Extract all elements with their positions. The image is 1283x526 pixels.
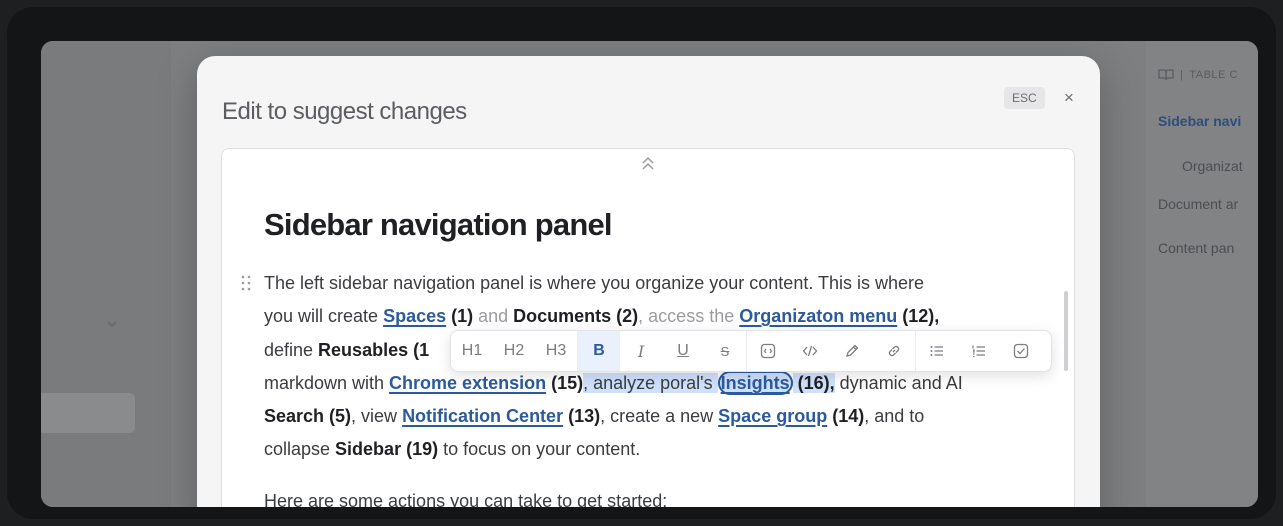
- text-run: collapse: [264, 439, 336, 460]
- window-frame: | TABLE C Sidebar navi Organizat Documen…: [7, 7, 1276, 519]
- checkbox-icon: [1013, 343, 1029, 359]
- bold-button[interactable]: B: [578, 331, 620, 371]
- link-button[interactable]: [873, 331, 915, 371]
- background-toc-panel: [1146, 41, 1258, 507]
- background-sidebar-selected-item: [41, 393, 135, 433]
- numbered-list-button[interactable]: [958, 331, 1000, 371]
- paragraph-line: collapse Sidebar (19) to focus on your c…: [264, 433, 1044, 466]
- selected-text: , analyze poral's: [583, 372, 718, 393]
- bullet-list-icon: [930, 346, 943, 356]
- toc-header-label: TABLE C: [1189, 69, 1238, 81]
- link-organization-menu[interactable]: Organizaton menu: [739, 306, 897, 326]
- text-run: , create a new: [600, 406, 719, 427]
- toc-divider: |: [1180, 69, 1184, 81]
- toc-item-document[interactable]: Document ar: [1158, 196, 1238, 212]
- toc-item-content-panel[interactable]: Content pan: [1158, 240, 1234, 256]
- suggest-changes-modal: Edit to suggest changes ESC × Sidebar na…: [197, 56, 1100, 507]
- text-run: , and to: [864, 406, 925, 427]
- formatting-toolbar: H1 H2 H3 B I U S: [450, 330, 1052, 372]
- text-reusables: Reusables (1: [318, 339, 430, 360]
- text-sidebar: Sidebar (19): [335, 439, 439, 460]
- text-run: (13): [563, 406, 601, 427]
- code-block-button[interactable]: [747, 331, 789, 371]
- text-search: Search (5): [264, 406, 352, 427]
- text-run: , access the: [638, 306, 740, 327]
- link-insights[interactable]: Insights: [717, 370, 793, 395]
- text-run: (1): [446, 306, 474, 327]
- text-run: to focus on your content.: [438, 439, 641, 460]
- paragraph-line: Search (5), view Notification Center (13…: [264, 400, 1044, 433]
- text-documents: Documents (2): [513, 306, 639, 327]
- link-notification-center[interactable]: Notification Center: [402, 406, 563, 426]
- text-run: , view: [351, 406, 403, 427]
- heading-2-button[interactable]: H2: [493, 331, 535, 371]
- numbered-list-icon: [972, 345, 985, 358]
- document-heading[interactable]: Sidebar navigation panel: [264, 207, 613, 243]
- collapse-up-icon[interactable]: [639, 155, 657, 173]
- strikethrough-button[interactable]: S: [704, 331, 746, 371]
- highlight-button[interactable]: [831, 331, 873, 371]
- link-chrome-extension[interactable]: Chrome extension: [389, 373, 546, 393]
- editor-scrollbar[interactable]: [1064, 291, 1068, 371]
- text-run: and: [473, 306, 514, 327]
- text-run: markdown with: [264, 372, 390, 393]
- background-sidebar: [41, 41, 171, 507]
- book-icon: [1158, 69, 1174, 81]
- link-spaces[interactable]: Spaces: [383, 306, 446, 326]
- toc-item-sidebar-navigation[interactable]: Sidebar navi: [1158, 113, 1241, 129]
- toc-header: | TABLE C: [1158, 69, 1238, 81]
- link-icon: [888, 345, 900, 357]
- close-button[interactable]: ×: [1060, 88, 1078, 108]
- heading-1-button[interactable]: H1: [451, 331, 493, 371]
- paragraph-line: The left sidebar navigation panel is whe…: [264, 273, 925, 293]
- editor-area[interactable]: Sidebar navigation panel The left sideba…: [221, 148, 1075, 507]
- link-space-group[interactable]: Space group: [718, 406, 827, 426]
- text-run: you will create: [264, 306, 384, 327]
- pen-icon: [846, 344, 859, 357]
- text-run: dynamic and AI: [834, 372, 963, 393]
- toc-item-organization[interactable]: Organizat: [1182, 158, 1243, 174]
- text-run: (14): [827, 406, 865, 427]
- modal-title: Edit to suggest changes: [222, 98, 467, 125]
- selected-text: (16),: [792, 372, 835, 393]
- paragraph-line: you will create Spaces (1) and Documents…: [264, 300, 1044, 333]
- underline-button[interactable]: U: [662, 331, 704, 371]
- esc-badge: ESC: [1004, 87, 1045, 109]
- app-viewport: | TABLE C Sidebar navi Organizat Documen…: [41, 41, 1258, 507]
- chevron-down-icon: [107, 321, 117, 328]
- checklist-button[interactable]: [1000, 331, 1042, 371]
- bullet-list-button[interactable]: [916, 331, 958, 371]
- code-block-icon: [760, 343, 776, 359]
- text-run: (15): [546, 372, 584, 393]
- italic-button[interactable]: I: [620, 331, 662, 371]
- drag-handle-icon[interactable]: [240, 274, 252, 292]
- heading-3-button[interactable]: H3: [535, 331, 577, 371]
- text-run: (12),: [897, 306, 940, 327]
- text-run: define: [264, 339, 319, 360]
- paragraph-actions[interactable]: Here are some actions you can take to ge…: [264, 491, 667, 507]
- code-icon: [802, 345, 818, 357]
- inline-code-button[interactable]: [789, 331, 831, 371]
